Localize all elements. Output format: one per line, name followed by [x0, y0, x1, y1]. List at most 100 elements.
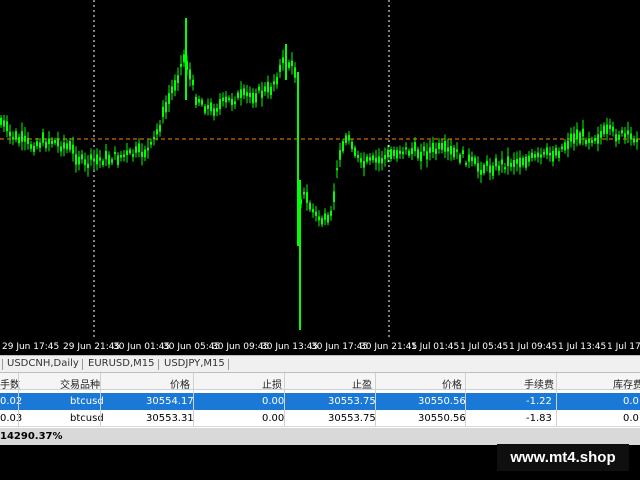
- candle-body: [225, 96, 227, 103]
- candle-body: [411, 148, 413, 155]
- candle-body: [447, 147, 449, 152]
- cell-symbol: btcusd: [70, 413, 104, 424]
- candle-body: [282, 57, 284, 63]
- candle-body: [231, 98, 233, 105]
- candle-body: [207, 105, 209, 109]
- candle-body: [138, 143, 140, 153]
- tab-usdcnh-daily[interactable]: USDCNH,Daily: [7, 358, 79, 369]
- candle-body: [450, 145, 452, 155]
- watermark: www.mt4.shop: [497, 444, 629, 471]
- candle-body: [159, 124, 161, 132]
- header-symbol[interactable]: 交易品种: [60, 376, 100, 391]
- time-tick: 30 Jun 21:45: [360, 342, 418, 352]
- candle-body: [96, 154, 98, 165]
- candle-body: [252, 92, 254, 104]
- candle-body: [234, 101, 236, 105]
- header-commission[interactable]: 手续费: [524, 376, 554, 391]
- balance-value: 14290.37%: [0, 431, 63, 442]
- candle-body: [438, 143, 440, 150]
- cell-commission: -1.83: [526, 413, 552, 424]
- candle-body: [36, 141, 38, 147]
- tab-separator: [2, 359, 3, 370]
- candle-body: [123, 154, 125, 158]
- candle-body: [303, 191, 305, 195]
- header-lots[interactable]: 手数: [0, 376, 20, 391]
- price-chart[interactable]: [0, 0, 640, 338]
- tab-usdjpy-m15[interactable]: USDJPY,M15: [164, 358, 225, 369]
- candlestick-chart: [0, 0, 640, 338]
- candle-body: [456, 149, 458, 152]
- candle-body: [174, 80, 176, 91]
- balance-row: 14290.37%: [0, 428, 640, 445]
- candle-body: [0, 117, 2, 125]
- candle-body: [531, 152, 533, 158]
- candle-body: [273, 81, 275, 85]
- candle-body: [228, 97, 230, 100]
- candle-body: [222, 97, 224, 102]
- candle-body: [504, 167, 506, 170]
- candle-body: [210, 102, 212, 112]
- table-row[interactable]: 0.03 btcusd 30553.31 0.00 30553.75 30550…: [0, 410, 640, 427]
- candle-body: [360, 158, 362, 163]
- candle-body: [312, 208, 314, 213]
- candle-body: [366, 156, 368, 162]
- candle-body: [276, 76, 278, 85]
- candle-body: [594, 137, 596, 142]
- candle-body: [621, 130, 623, 134]
- candle-body: [420, 151, 422, 162]
- time-tick: 29 Jun 17:45: [2, 342, 60, 352]
- tab-separator: [228, 359, 229, 370]
- time-tick: 1 Jul 13:45: [558, 342, 607, 352]
- candle-body: [54, 140, 56, 143]
- candle-body: [486, 160, 488, 166]
- cell-stop-loss: 0.00: [262, 413, 285, 424]
- candle-body: [78, 156, 80, 165]
- column-divider: [100, 373, 101, 427]
- candle-body: [66, 143, 68, 150]
- header-price[interactable]: 价格: [170, 376, 190, 391]
- column-divider: [465, 373, 466, 427]
- header-swap[interactable]: 库存费: [613, 376, 640, 391]
- header-take-profit[interactable]: 止盈: [352, 376, 372, 391]
- header-stop-loss[interactable]: 止损: [262, 376, 282, 391]
- time-tick: 29 Jun 21:45: [63, 342, 121, 352]
- candle-body: [99, 157, 101, 161]
- candle-body: [444, 140, 446, 152]
- table-row[interactable]: 0.02 btcusd 30554.17 0.00 30553.75 30550…: [0, 393, 640, 410]
- candle-body: [561, 146, 563, 150]
- candle-body: [108, 154, 110, 165]
- candle-body: [153, 136, 155, 140]
- column-divider: [375, 373, 376, 427]
- candle-body: [588, 138, 590, 143]
- candle-body: [327, 214, 329, 223]
- candle-body: [510, 162, 512, 167]
- candle-body: [105, 150, 107, 160]
- candle-body: [93, 158, 95, 162]
- candle-body: [480, 169, 482, 175]
- header-current-price[interactable]: 价格: [442, 376, 462, 391]
- chart-tabs-bar: USDCNH,Daily EURUSD,M15 USDJPY,M15: [0, 355, 640, 373]
- cell-current-price: 30550.56: [418, 396, 466, 407]
- candle-body: [459, 154, 461, 163]
- candle-body: [564, 142, 566, 151]
- candle-body: [543, 151, 545, 155]
- column-divider: [18, 373, 19, 427]
- candle-body: [405, 147, 407, 150]
- candle-body: [396, 150, 398, 159]
- candle-body: [90, 154, 92, 160]
- time-tick: 30 Jun 13:45: [261, 342, 319, 352]
- candle-body: [468, 154, 470, 162]
- candle-body: [417, 149, 419, 159]
- time-tick: 1 Jul 17:45: [607, 342, 640, 352]
- candle-body: [102, 160, 104, 166]
- candle-body: [624, 133, 626, 138]
- candle-body: [513, 160, 515, 168]
- candle-body: [372, 155, 374, 161]
- tab-eurusd-m15[interactable]: EURUSD,M15: [88, 358, 154, 369]
- candle-body: [111, 159, 113, 163]
- candle-body: [243, 88, 245, 96]
- candle-body: [576, 129, 578, 140]
- candle-body: [528, 155, 530, 162]
- column-divider: [284, 373, 285, 427]
- cell-take-profit: 30553.75: [328, 396, 376, 407]
